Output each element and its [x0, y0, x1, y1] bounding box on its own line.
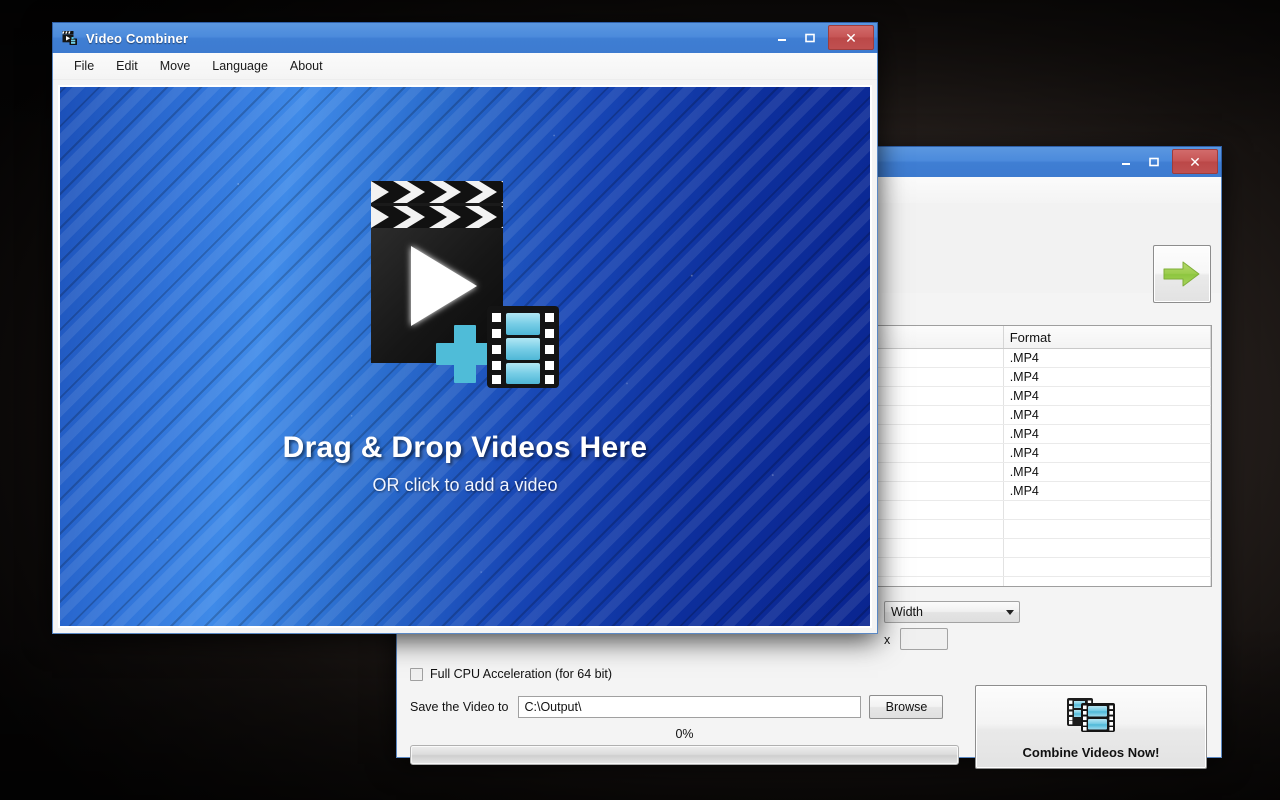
width-dropdown[interactable]: Width — [884, 601, 1020, 623]
cpu-acceleration-row[interactable]: Full CPU Acceleration (for 64 bit) — [410, 667, 612, 681]
cell-format: .MP4 — [1003, 462, 1211, 482]
front-window-body: File Edit Move Language About Drag & Dro… — [52, 53, 878, 634]
chevron-down-icon — [1006, 610, 1014, 615]
combine-videos-button[interactable]: Combine Videos Now! — [975, 685, 1207, 769]
cell-format — [1003, 538, 1211, 558]
browse-button[interactable]: Browse — [869, 695, 944, 719]
cell-format: .MP4 — [1003, 348, 1211, 368]
cpu-acceleration-checkbox[interactable] — [410, 667, 423, 681]
menu-item-about[interactable]: About — [279, 55, 334, 77]
filmstrip-stack-icon — [1065, 695, 1117, 740]
cell-format — [1003, 557, 1211, 577]
width-dropdown-value: Width — [891, 605, 923, 619]
save-location-label: Save the Video to — [410, 700, 509, 714]
menu-item-file[interactable]: File — [63, 55, 105, 77]
menu-item-edit[interactable]: Edit — [105, 55, 149, 77]
video-clapper-plus-filmstrip-icon — [359, 173, 571, 413]
cell-format — [1003, 500, 1211, 520]
cell-format: .MP4 — [1003, 424, 1211, 444]
cell-format: .MP4 — [1003, 481, 1211, 501]
size-x-label: x — [884, 633, 891, 647]
front-window-titlebar[interactable]: Video Combiner ✕ — [52, 22, 878, 53]
dropzone-heading: Drag & Drop Videos Here — [282, 431, 648, 464]
cell-format: .MP4 — [1003, 443, 1211, 463]
front-window-menubar[interactable]: File Edit Move Language About — [53, 53, 877, 80]
back-window-controls: ✕ — [1112, 149, 1218, 174]
cell-format: .MP4 — [1003, 386, 1211, 406]
minimize-icon[interactable] — [1112, 151, 1140, 172]
close-icon[interactable]: ✕ — [828, 25, 874, 50]
combine-videos-button-label: Combine Videos Now! — [1022, 744, 1160, 760]
maximize-icon[interactable] — [796, 27, 824, 48]
menu-item-move[interactable]: Move — [149, 55, 202, 77]
menu-item-language[interactable]: Language — [201, 55, 279, 77]
cpu-acceleration-label: Full CPU Acceleration (for 64 bit) — [430, 667, 613, 681]
app-icon — [62, 30, 78, 46]
progress-bar — [410, 745, 959, 765]
maximize-icon[interactable] — [1140, 151, 1168, 172]
video-combiner-window-foreground[interactable]: Video Combiner ✕ File Edit Move Language… — [52, 22, 878, 634]
close-icon[interactable]: ✕ — [1172, 149, 1218, 174]
minimize-icon[interactable] — [768, 27, 796, 48]
green-right-arrow-icon[interactable] — [1153, 245, 1211, 303]
cell-format — [1003, 576, 1211, 586]
front-window-title: Video Combiner — [86, 30, 189, 46]
cell-format: .MP4 — [1003, 405, 1211, 425]
video-drop-zone[interactable]: Drag & Drop Videos Here OR click to add … — [58, 85, 872, 628]
progress-percent-label: 0% — [675, 727, 694, 741]
front-window-controls: ✕ — [768, 25, 874, 50]
cell-format: .MP4 — [1003, 367, 1211, 387]
cell-format — [1003, 519, 1211, 539]
height-input[interactable] — [900, 628, 948, 650]
dropzone-subtext: OR click to add a video — [372, 475, 558, 495]
column-header-format[interactable]: Format — [1003, 326, 1211, 349]
save-path-input[interactable]: C:\Output\ — [518, 696, 862, 718]
